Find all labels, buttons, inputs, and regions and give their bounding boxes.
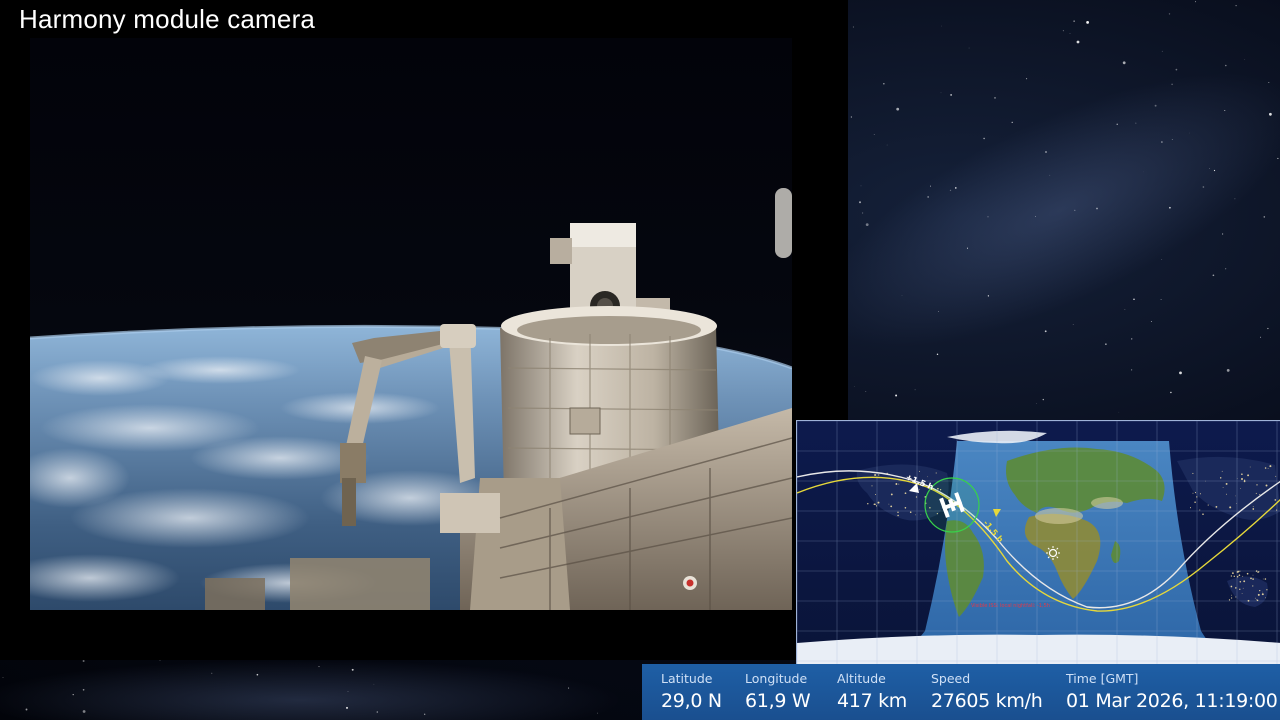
time-label: Time [GMT] bbox=[1066, 671, 1139, 686]
telemetry-bar: Latitude 29,0 N Longitude 61,9 W Altitud… bbox=[642, 664, 1280, 720]
latitude-value: 29,0 N bbox=[661, 690, 722, 712]
altitude-value: 417 km bbox=[837, 690, 908, 712]
latitude-label: Latitude bbox=[661, 671, 713, 686]
live-stream-view: Harmony module camera +1.5 h -1.5 h Visi… bbox=[0, 0, 1280, 720]
camera-title: Harmony module camera bbox=[19, 4, 316, 34]
longitude-label: Longitude bbox=[745, 671, 808, 686]
time-value: 01 Mar 2026, 11:19:00 bbox=[1066, 690, 1278, 712]
iss-tracker-map[interactable]: +1.5 h -1.5 h Visible ISS: local nightfa… bbox=[796, 420, 1280, 665]
longitude-value: 61,9 W bbox=[745, 690, 811, 712]
speed-value: 27605 km/h bbox=[931, 690, 1043, 712]
polar-ice bbox=[797, 634, 1280, 665]
altitude-label: Altitude bbox=[837, 671, 886, 686]
map-footnote: Visible ISS: local nightfall: -1,5h bbox=[971, 603, 1050, 609]
camera-feed bbox=[30, 38, 792, 610]
speed-label: Speed bbox=[931, 671, 971, 686]
